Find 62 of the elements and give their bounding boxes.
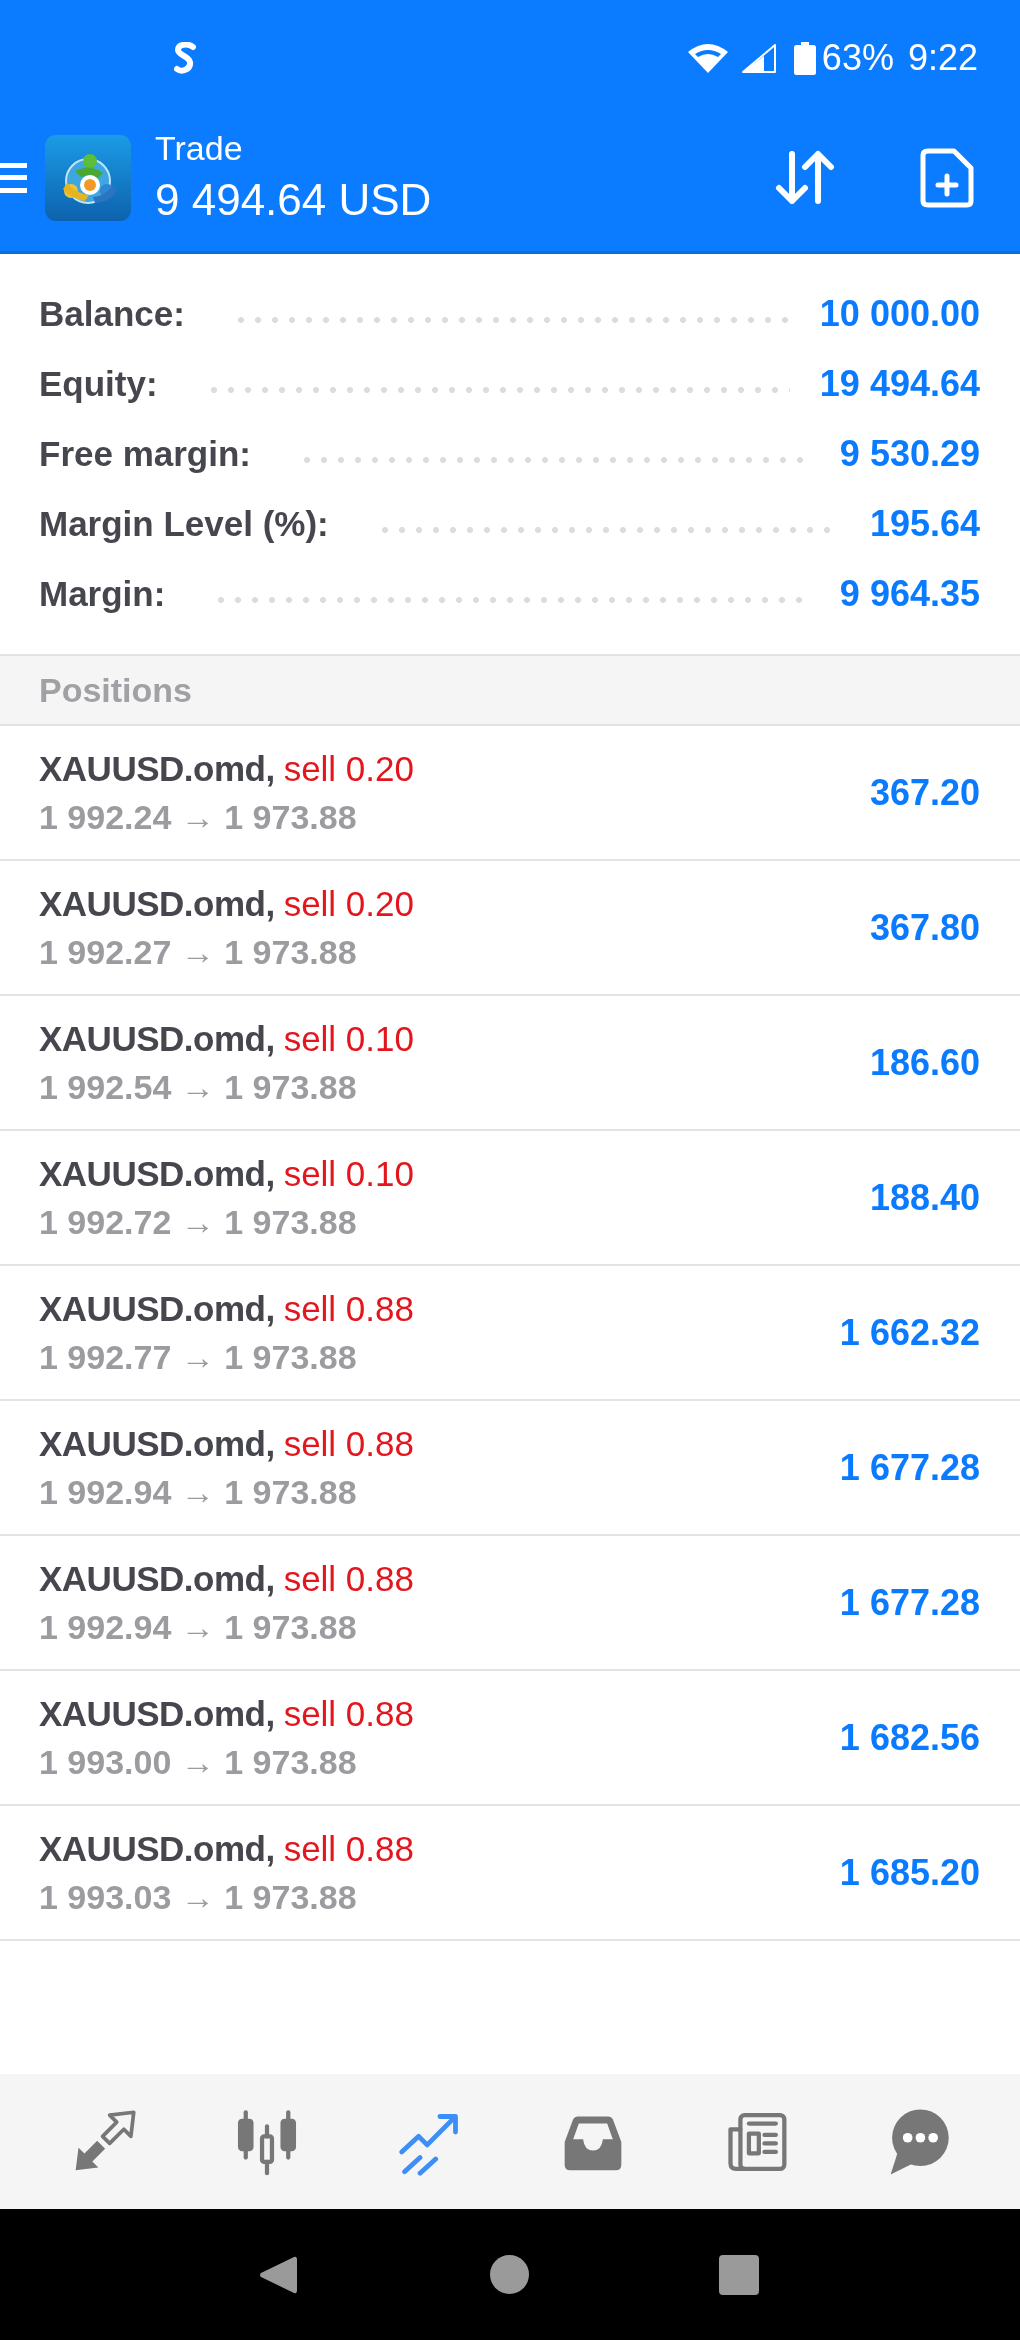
signal-icon bbox=[741, 43, 776, 73]
profit-value: 188.40 bbox=[869, 1176, 980, 1219]
symbol-name: XAUUSD.omd, bbox=[39, 1287, 275, 1330]
notification-icon bbox=[174, 41, 196, 75]
symbol-name: XAUUSD.omd, bbox=[39, 1017, 275, 1060]
field-label: Margin Level (%): bbox=[39, 504, 329, 544]
field-label: Equity: bbox=[39, 364, 158, 404]
profit-value: 1 662.32 bbox=[839, 1311, 980, 1354]
order-type: sell 0.10 bbox=[283, 1152, 414, 1195]
price-range: 1 992.77 → 1 973.88 bbox=[39, 1336, 357, 1378]
order-type: sell 0.88 bbox=[283, 1557, 414, 1600]
recents-icon[interactable] bbox=[719, 2254, 759, 2295]
order-type: sell 0.10 bbox=[283, 1017, 414, 1060]
battery-icon bbox=[793, 41, 816, 75]
app-logo-icon bbox=[45, 134, 131, 221]
price-range: 1 992.27 → 1 973.88 bbox=[39, 931, 357, 973]
order-type: sell 0.20 bbox=[283, 747, 414, 790]
profit-value: 1 682.56 bbox=[839, 1716, 980, 1759]
order-type: sell 0.88 bbox=[283, 1287, 414, 1330]
symbol-name: XAUUSD.omd, bbox=[39, 1152, 275, 1195]
price-range: 1 992.94 → 1 973.88 bbox=[39, 1471, 357, 1513]
back-icon[interactable] bbox=[258, 2254, 298, 2295]
symbol-name: XAUUSD.omd, bbox=[39, 1557, 275, 1600]
profit-value: 186.60 bbox=[869, 1041, 980, 1084]
price-range: 1 992.94 → 1 973.88 bbox=[39, 1606, 357, 1648]
document-plus-icon[interactable] bbox=[920, 147, 974, 208]
field-value: 195.64 bbox=[869, 503, 980, 545]
symbol-name: XAUUSD.omd, bbox=[39, 1422, 275, 1465]
price-range: 1 992.54 → 1 973.88 bbox=[39, 1066, 357, 1108]
profit-value: 1 677.28 bbox=[839, 1581, 980, 1624]
profit-value: 1 685.20 bbox=[839, 1851, 980, 1894]
symbol-name: XAUUSD.omd, bbox=[39, 747, 275, 790]
symbol-name: XAUUSD.omd, bbox=[39, 1692, 275, 1735]
order-type: sell 0.88 bbox=[283, 1827, 414, 1870]
field-value: 9 530.29 bbox=[839, 433, 980, 475]
order-type: sell 0.20 bbox=[283, 882, 414, 925]
field-value: 10 000.00 bbox=[819, 293, 980, 335]
price-range: 1 993.00 → 1 973.88 bbox=[39, 1741, 357, 1783]
profit-value: 367.80 bbox=[869, 906, 980, 949]
symbol-name: XAUUSD.omd, bbox=[39, 1827, 275, 1870]
clock: 9:22 bbox=[907, 37, 978, 79]
field-label: Free margin: bbox=[39, 434, 251, 474]
price-range: 1 992.24 → 1 973.88 bbox=[39, 796, 357, 838]
sort-icon[interactable] bbox=[774, 149, 836, 206]
wifi-icon bbox=[687, 43, 728, 73]
battery-percentage: 63% bbox=[821, 37, 894, 79]
profit-value: 367.20 bbox=[869, 771, 980, 814]
field-label: Margin: bbox=[39, 574, 166, 614]
price-range: 1 993.03 → 1 973.88 bbox=[39, 1876, 357, 1918]
symbol-name: XAUUSD.omd, bbox=[39, 882, 275, 925]
order-type: sell 0.88 bbox=[283, 1692, 414, 1735]
account-balance: 9 494.64 USD bbox=[155, 173, 432, 226]
positions-header: Positions bbox=[0, 656, 1020, 726]
order-type: sell 0.88 bbox=[283, 1422, 414, 1465]
home-icon[interactable] bbox=[490, 2255, 529, 2294]
profit-value: 1 677.28 bbox=[839, 1446, 980, 1489]
field-value: 19 494.64 bbox=[819, 363, 980, 405]
menu-icon[interactable] bbox=[0, 162, 27, 193]
field-value: 9 964.35 bbox=[839, 573, 980, 615]
screen-title: Trade bbox=[155, 127, 243, 169]
field-label: Balance: bbox=[39, 294, 185, 334]
price-range: 1 992.72 → 1 973.88 bbox=[39, 1201, 357, 1243]
